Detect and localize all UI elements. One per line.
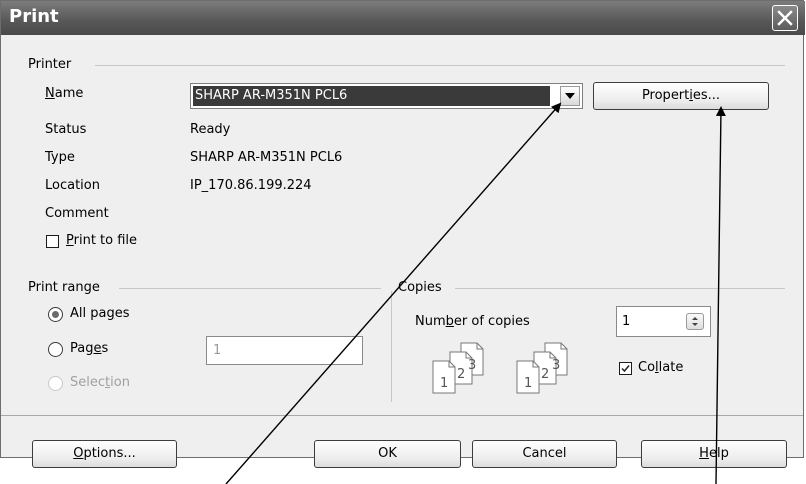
type-label: Type [45, 150, 75, 165]
close-icon [777, 10, 793, 26]
cancel-button[interactable]: Cancel [472, 440, 617, 468]
collate-label[interactable]: Collate [638, 360, 683, 376]
print-range-group-line [119, 288, 381, 289]
spin-arrows-icon[interactable] [686, 313, 704, 330]
page-digit: 2 [541, 367, 549, 382]
print-to-file-checkbox[interactable] [46, 235, 59, 248]
copies-group-label: Copies [398, 280, 442, 295]
print-range-group-label: Print range [28, 280, 100, 295]
selection-label: Selection [70, 375, 130, 390]
copies-value: 1 [622, 314, 631, 329]
page-digit: 2 [457, 367, 465, 382]
pages-radio[interactable] [48, 342, 63, 357]
comment-label: Comment [45, 206, 109, 221]
printer-name-value: SHARP AR-M351N PCL6 [193, 86, 550, 106]
copies-group-line [455, 288, 785, 289]
printer-group-label: Printer [28, 57, 72, 72]
printer-name-select[interactable]: SHARP AR-M351N PCL6 [190, 83, 583, 109]
options-button[interactable]: Options... [32, 440, 177, 468]
dialog-title: Print [9, 6, 59, 27]
collate-pages-icon-1: 1 2 3 [432, 342, 484, 394]
all-pages-label[interactable]: All pages [70, 306, 130, 322]
collate-pages-icon-2: 1 2 3 [516, 342, 568, 394]
number-of-copies-label: Number of copies [415, 314, 530, 329]
pages-label[interactable]: Pages [70, 341, 108, 357]
page-digit: 3 [468, 358, 476, 373]
help-button[interactable]: Help [641, 440, 787, 468]
page-digit: 1 [440, 376, 448, 391]
pages-input[interactable]: 1 [206, 336, 363, 365]
location-label: Location [45, 178, 100, 193]
name-label: Name [45, 86, 84, 101]
ok-button[interactable]: OK [314, 440, 461, 468]
collate-checkbox[interactable] [619, 362, 632, 375]
button-separator [1, 415, 803, 416]
properties-button[interactable]: Properties... [593, 82, 769, 110]
chevron-down-icon[interactable] [560, 86, 580, 106]
title-bar[interactable]: Print [1, 1, 805, 35]
location-value: IP_170.86.199.224 [190, 178, 312, 193]
status-label: Status [45, 122, 87, 137]
selection-radio [48, 376, 63, 391]
print-to-file-label[interactable]: Print to file [66, 233, 137, 249]
printer-group-line [95, 65, 785, 66]
status-value: Ready [190, 122, 231, 137]
copies-separator [391, 291, 392, 402]
checkmark-icon [621, 365, 630, 373]
all-pages-radio[interactable] [48, 307, 63, 322]
page-digit: 1 [524, 376, 532, 391]
print-dialog: Print Printer Name SHARP AR-M351N PCL6 P… [0, 0, 805, 468]
copies-spinner[interactable]: 1 [616, 306, 711, 337]
type-value: SHARP AR-M351N PCL6 [190, 150, 343, 165]
close-button[interactable] [772, 5, 798, 31]
page-digit: 3 [552, 358, 560, 373]
